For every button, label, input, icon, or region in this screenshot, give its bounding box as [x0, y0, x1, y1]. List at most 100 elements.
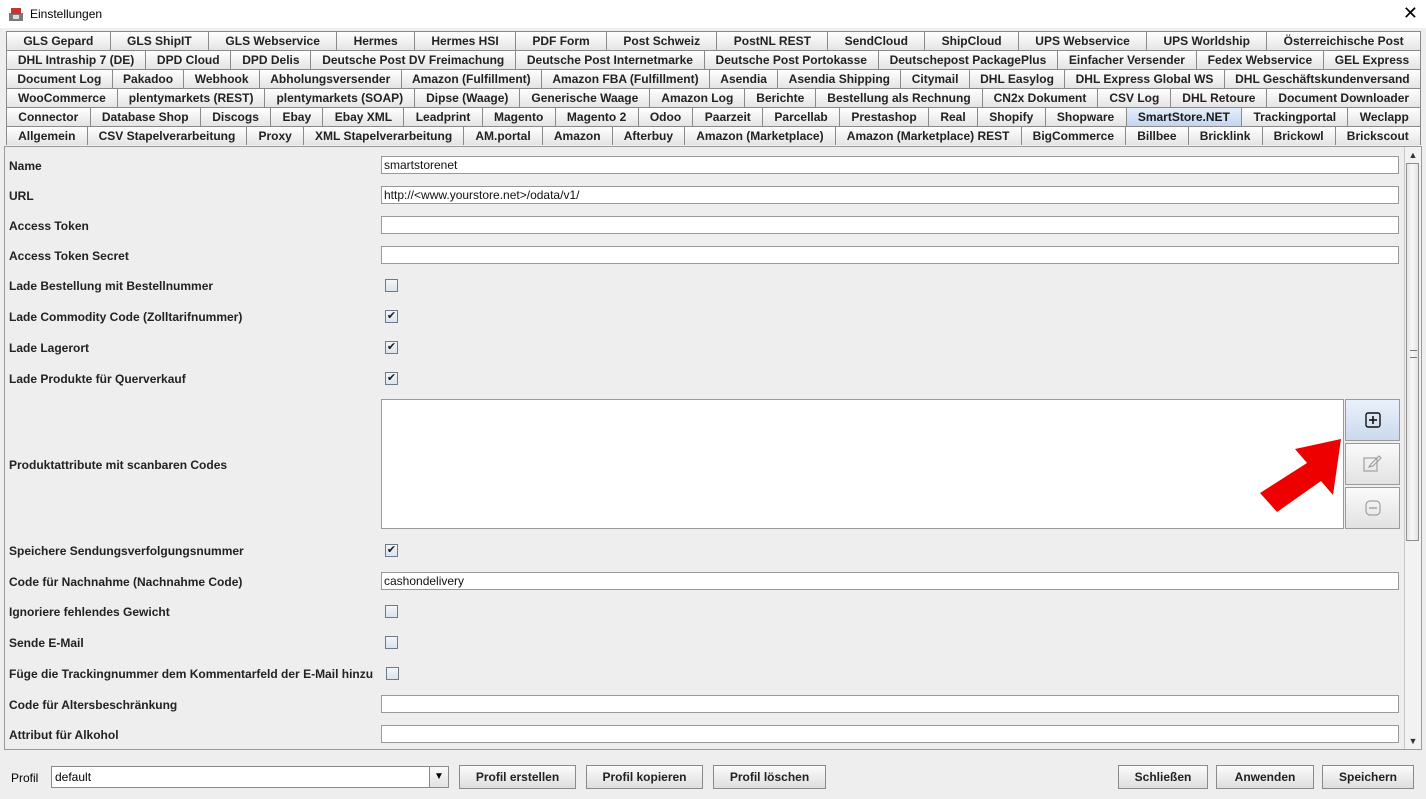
remove-button[interactable] [1345, 487, 1400, 529]
tab-weclapp[interactable]: Weclapp [1347, 107, 1422, 126]
tab-ups-webservice[interactable]: UPS Webservice [1017, 31, 1148, 50]
tab-prestashop[interactable]: Prestashop [839, 107, 930, 126]
tab-dhl-geschäftskundenversand[interactable]: DHL Geschäftskundenversand [1223, 69, 1421, 88]
tab-database-shop[interactable]: Database Shop [89, 107, 201, 126]
tab-smartstore-net[interactable]: SmartStore.NET [1125, 107, 1243, 126]
tab-plentymarkets-soap[interactable]: plentymarkets (SOAP) [264, 88, 416, 107]
tab-webhook[interactable]: Webhook [183, 69, 260, 88]
tab-bestellung-als-rechnung[interactable]: Bestellung als Rechnung [815, 88, 983, 107]
tab-magento[interactable]: Magento [481, 107, 556, 126]
tab-ebay-xml[interactable]: Ebay XML [322, 107, 405, 126]
tab-xml-stapelverarbeitung[interactable]: XML Stapelverarbeitung [302, 126, 465, 145]
tab-abholungsversender[interactable]: Abholungsversender [258, 69, 402, 88]
tab-citymail[interactable]: Citymail [900, 69, 970, 88]
tab-bricklink[interactable]: Bricklink [1187, 126, 1263, 145]
nachnahme-input[interactable]: cashondelivery [381, 572, 1399, 590]
access-token-input[interactable] [381, 216, 1399, 234]
tab-dpd-cloud[interactable]: DPD Cloud [145, 50, 232, 69]
save-button[interactable]: Speichern [1322, 765, 1414, 789]
tab-real[interactable]: Real [928, 107, 978, 126]
scroll-thumb[interactable] [1406, 163, 1419, 541]
tab-csv-log[interactable]: CSV Log [1097, 88, 1172, 107]
tab-amazon[interactable]: Amazon [541, 126, 613, 145]
tab-paarzeit[interactable]: Paarzeit [692, 107, 764, 126]
tab-berichte[interactable]: Berichte [744, 88, 817, 107]
alkohol-input[interactable] [381, 725, 1399, 743]
vertical-scrollbar[interactable]: ▲ ▼ [1404, 147, 1421, 749]
sendungsverfolgung-checkbox[interactable]: ✔ [385, 544, 398, 557]
tab-shipcloud[interactable]: ShipCloud [924, 31, 1019, 50]
tab-dhl-intraship-7-de[interactable]: DHL Intraship 7 (DE) [6, 50, 147, 69]
tab-österreichische-post[interactable]: Österreichische Post [1266, 31, 1422, 50]
tab-pdf-form[interactable]: PDF Form [515, 31, 608, 50]
tab-ebay[interactable]: Ebay [270, 107, 324, 126]
tab-pakadoo[interactable]: Pakadoo [111, 69, 185, 88]
tab-bigcommerce[interactable]: BigCommerce [1020, 126, 1127, 145]
tab-dpd-delis[interactable]: DPD Delis [230, 50, 312, 69]
tab-cn2x-dokument[interactable]: CN2x Dokument [981, 88, 1099, 107]
tab-leadprint[interactable]: Leadprint [403, 107, 483, 126]
tab-amazon-marketplace[interactable]: Amazon (Marketplace) [684, 126, 836, 145]
tab-dhl-retoure[interactable]: DHL Retoure [1170, 88, 1268, 107]
tab-fedex-webservice[interactable]: Fedex Webservice [1195, 50, 1324, 69]
tab-afterbuy[interactable]: Afterbuy [611, 126, 686, 145]
tab-deutsche-post-internetmarke[interactable]: Deutsche Post Internetmarke [515, 50, 705, 69]
tab-brickowl[interactable]: Brickowl [1261, 126, 1336, 145]
tab-brickscout[interactable]: Brickscout [1334, 126, 1421, 145]
tab-dipse-waage[interactable]: Dipse (Waage) [414, 88, 521, 107]
tab-document-downloader[interactable]: Document Downloader [1266, 88, 1422, 107]
tab-discogs[interactable]: Discogs [199, 107, 272, 126]
tab-trackingportal[interactable]: Trackingportal [1241, 107, 1349, 126]
profile-select[interactable]: default ▼ [51, 766, 449, 788]
scroll-down-icon[interactable]: ▼ [1406, 734, 1420, 748]
access-token-secret-input[interactable] [381, 246, 1399, 264]
tab-dhl-easylog[interactable]: DHL Easylog [968, 69, 1066, 88]
tab-magento-2[interactable]: Magento 2 [554, 107, 639, 126]
tab-sendcloud[interactable]: SendCloud [827, 31, 926, 50]
querverkauf-checkbox[interactable]: ✔ [385, 372, 398, 385]
scroll-up-icon[interactable]: ▲ [1406, 148, 1420, 162]
apply-button[interactable]: Anwenden [1216, 765, 1314, 789]
tab-parcellab[interactable]: Parcellab [762, 107, 841, 126]
tab-amazon-fulfillment[interactable]: Amazon (Fulfillment) [400, 69, 543, 88]
tab-deutschepost-packageplus[interactable]: Deutschepost PackagePlus [877, 50, 1059, 69]
tab-csv-stapelverarbeitung[interactable]: CSV Stapelverarbeitung [86, 126, 248, 145]
tab-proxy[interactable]: Proxy [246, 126, 304, 145]
tab-gls-gepard[interactable]: GLS Gepard [6, 31, 111, 50]
gewicht-checkbox[interactable] [385, 605, 398, 618]
tab-einfacher-versender[interactable]: Einfacher Versender [1057, 50, 1197, 69]
close-icon[interactable]: ✕ [1403, 3, 1418, 23]
copy-profile-button[interactable]: Profil kopieren [586, 765, 703, 789]
edit-button[interactable] [1345, 443, 1400, 485]
altersbeschraenkung-input[interactable] [381, 695, 1399, 713]
tab-odoo[interactable]: Odoo [637, 107, 694, 126]
lagerort-checkbox[interactable]: ✔ [385, 341, 398, 354]
tab-shopware[interactable]: Shopware [1044, 107, 1127, 126]
commodity-code-checkbox[interactable]: ✔ [385, 310, 398, 323]
sende-email-checkbox[interactable] [385, 636, 398, 649]
tab-hermes-hsi[interactable]: Hermes HSI [413, 31, 517, 50]
chevron-down-icon[interactable]: ▼ [429, 767, 448, 787]
tab-connector[interactable]: Connector [6, 107, 91, 126]
tab-amazon-log[interactable]: Amazon Log [649, 88, 746, 107]
tab-billbee[interactable]: Billbee [1125, 126, 1189, 145]
tab-gls-webservice[interactable]: GLS Webservice [208, 31, 338, 50]
tab-allgemein[interactable]: Allgemein [6, 126, 88, 145]
tab-asendia-shipping[interactable]: Asendia Shipping [777, 69, 902, 88]
add-button[interactable] [1345, 399, 1400, 441]
tab-gel-express[interactable]: GEL Express [1322, 50, 1422, 69]
tab-gls-shipit[interactable]: GLS ShipIT [109, 31, 210, 50]
tab-amazon-fba-fulfillment[interactable]: Amazon FBA (Fulfillment) [541, 69, 710, 88]
close-button[interactable]: Schließen [1118, 765, 1208, 789]
tab-shopify[interactable]: Shopify [976, 107, 1046, 126]
tab-hermes[interactable]: Hermes [336, 31, 415, 50]
tab-woocommerce[interactable]: WooCommerce [6, 88, 118, 107]
tab-plentymarkets-rest[interactable]: plentymarkets (REST) [116, 88, 266, 107]
lade-bestellung-checkbox[interactable] [385, 279, 398, 292]
delete-profile-button[interactable]: Profil löschen [713, 765, 826, 789]
tab-postnl-rest[interactable]: PostNL REST [716, 31, 829, 50]
tab-ups-worldship[interactable]: UPS Worldship [1146, 31, 1268, 50]
tab-dhl-express-global-ws[interactable]: DHL Express Global WS [1064, 69, 1225, 88]
tracking-kommentar-checkbox[interactable] [386, 667, 399, 680]
tab-post-schweiz[interactable]: Post Schweiz [606, 31, 718, 50]
